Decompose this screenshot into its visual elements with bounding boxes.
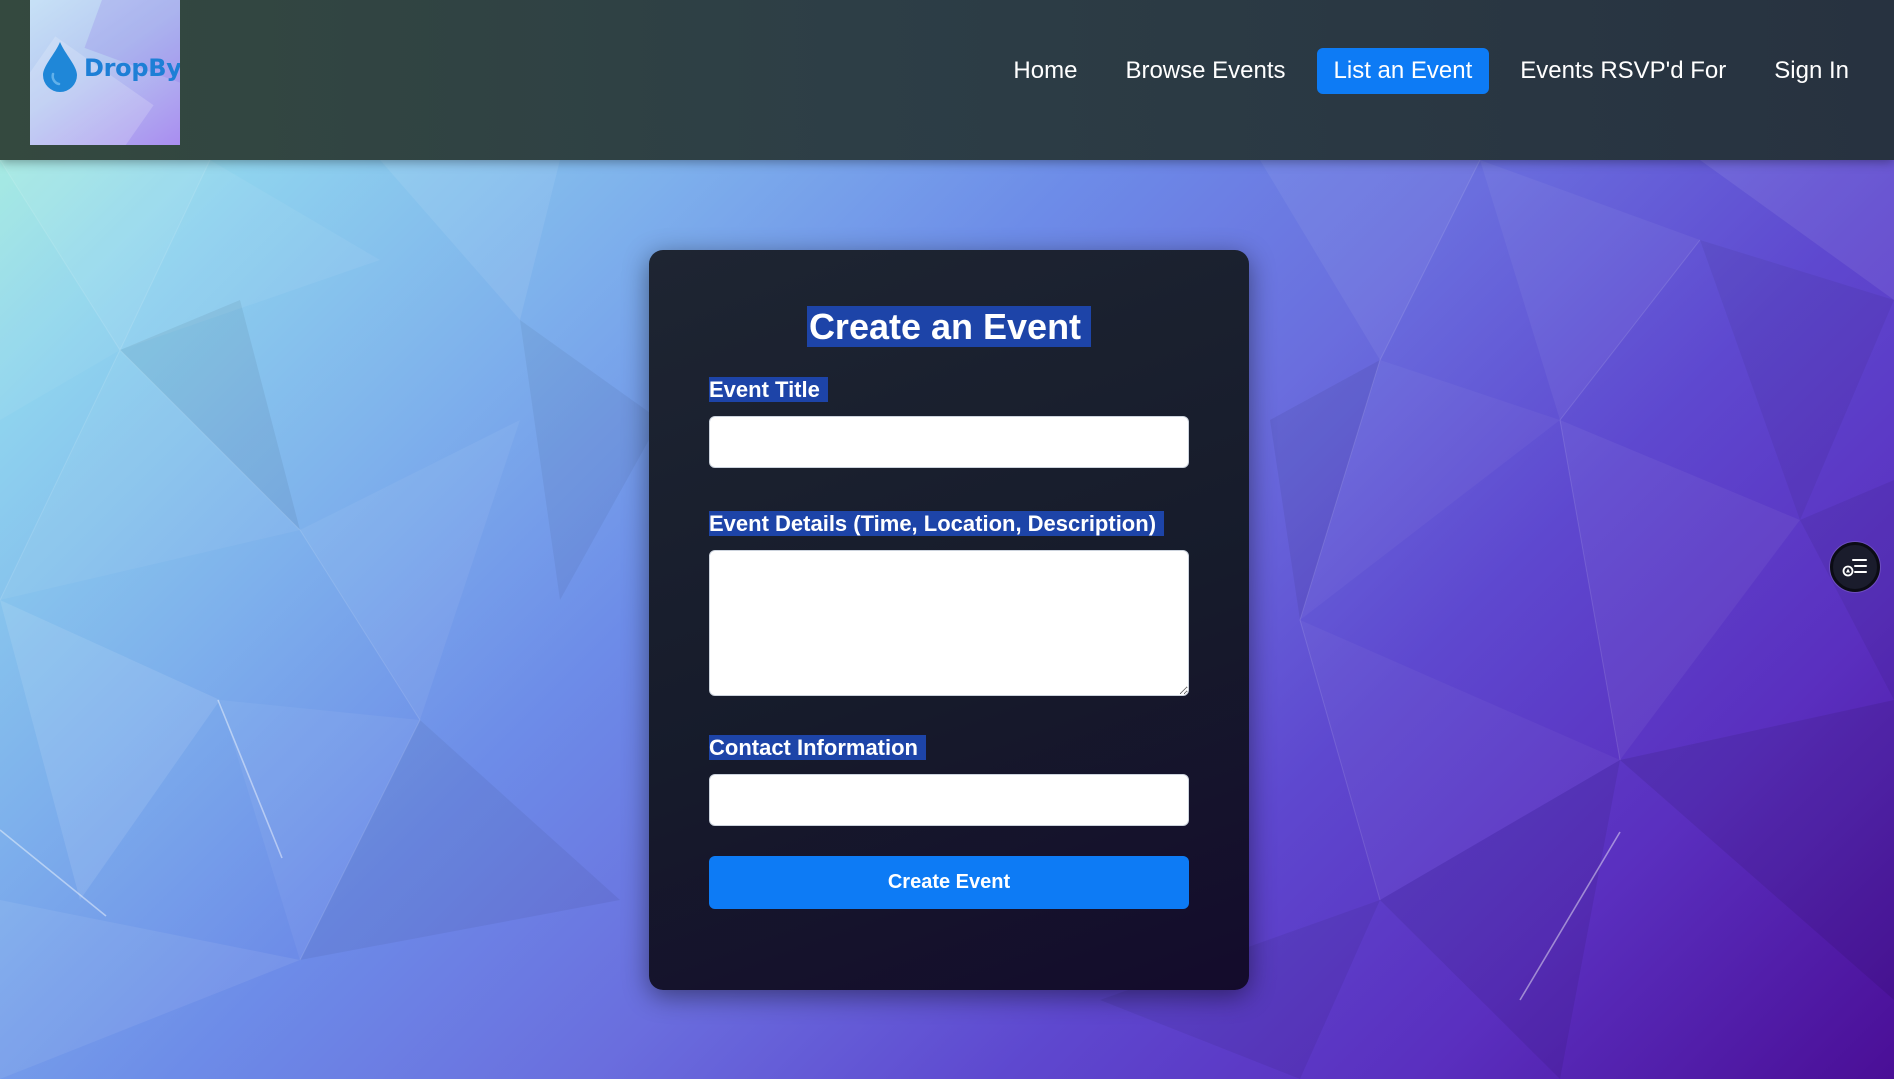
nav-list-an-event[interactable]: List an Event	[1316, 48, 1490, 94]
reader-list-icon	[1842, 559, 1867, 577]
form-title-heading: Create an Event	[709, 306, 1189, 348]
nav-sign-in[interactable]: Sign In	[1757, 48, 1866, 94]
event-title-label-wrap: Event Title	[709, 376, 1189, 404]
top-navbar: DropBy Home Browse Events List an Event …	[0, 0, 1894, 160]
create-event-button[interactable]: Create Event	[709, 856, 1189, 909]
event-title-input[interactable]	[709, 416, 1189, 468]
event-details-label: Event Details (Time, Location, Descripti…	[709, 511, 1165, 536]
event-details-textarea[interactable]	[709, 550, 1189, 696]
nav-home[interactable]: Home	[996, 48, 1094, 94]
nav-events-rsvpd-for[interactable]: Events RSVP'd For	[1503, 48, 1743, 94]
brand-logo[interactable]: DropBy	[30, 0, 180, 145]
nav-browse-events[interactable]: Browse Events	[1108, 48, 1302, 94]
brand-name: DropBy	[84, 54, 180, 82]
event-details-label-wrap: Event Details (Time, Location, Descripti…	[709, 510, 1189, 538]
create-event-card: Create an Event Event Title Event Detail…	[649, 250, 1249, 990]
contact-info-label-wrap: Contact Information	[709, 734, 1189, 762]
form-title: Create an Event	[806, 306, 1092, 347]
contact-info-label: Contact Information	[709, 735, 926, 760]
floating-reader-button[interactable]	[1830, 542, 1880, 592]
main-nav: Home Browse Events List an Event Events …	[982, 48, 1866, 94]
event-title-label: Event Title	[709, 377, 828, 402]
water-drop-icon	[43, 42, 77, 92]
contact-info-input[interactable]	[709, 774, 1189, 826]
